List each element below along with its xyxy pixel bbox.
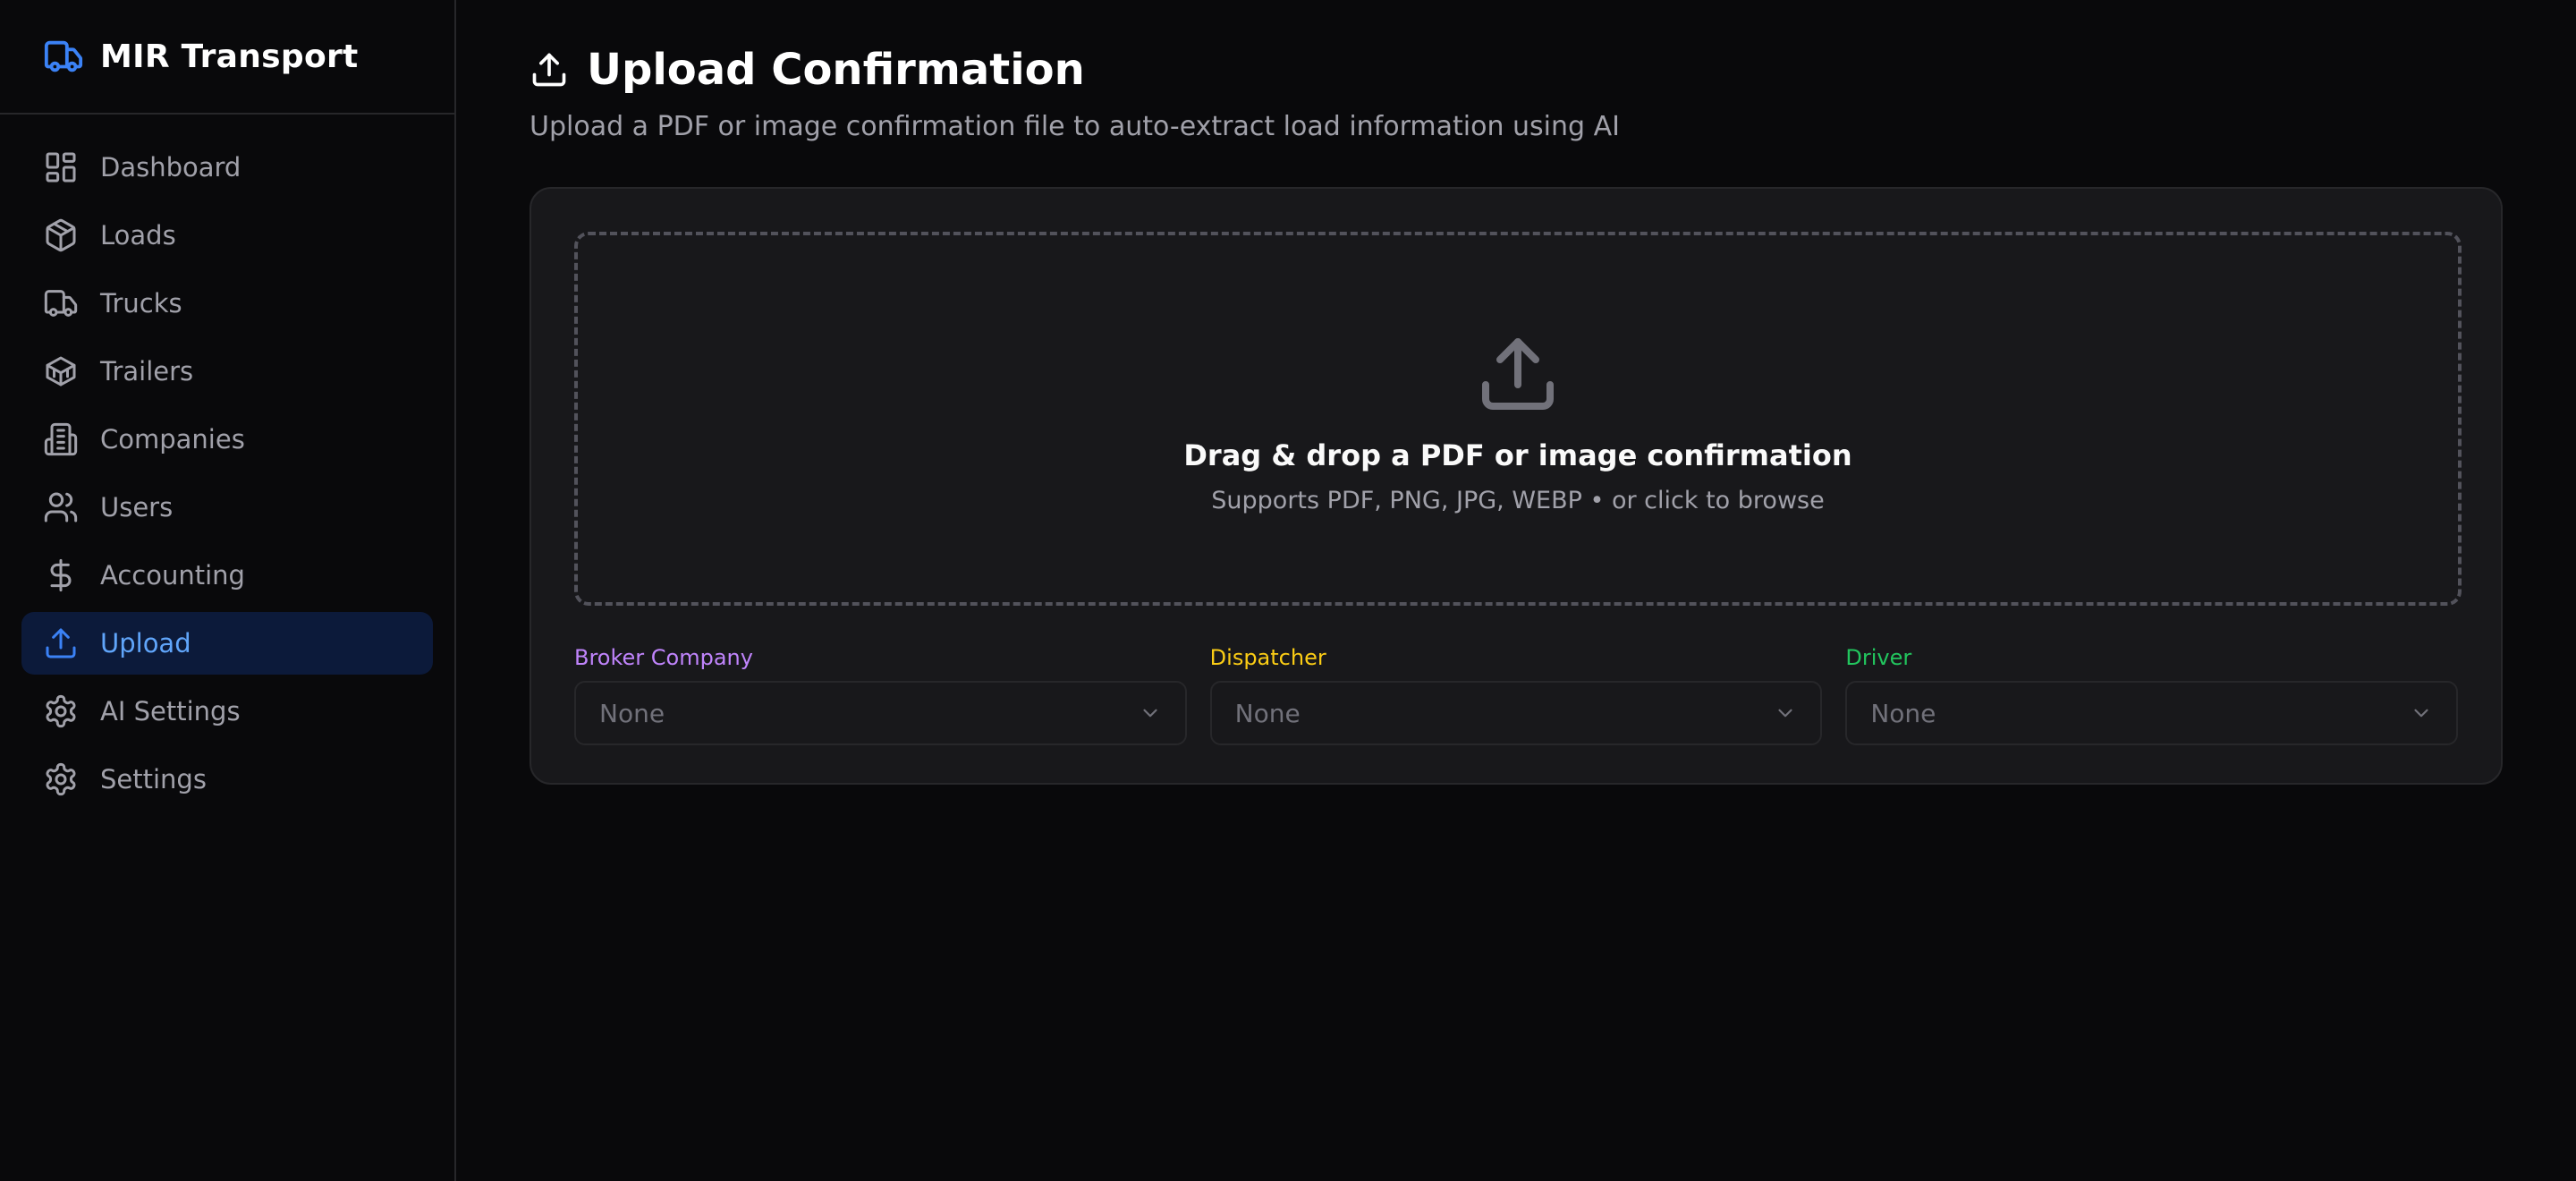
sidebar-item-label: Loads (100, 220, 176, 251)
select-value: None (599, 698, 665, 728)
sidebar-item-trucks[interactable]: Trucks (21, 272, 433, 335)
brand-name: MIR Transport (100, 38, 359, 75)
page-header: Upload Confirmation (530, 45, 2504, 95)
boxes-icon (43, 353, 79, 389)
dispatcher-field: Dispatcher None (1209, 645, 1823, 745)
sidebar-item-settings[interactable]: Settings (21, 748, 433, 811)
sidebar-item-label: Trucks (100, 288, 182, 319)
truck-icon (43, 285, 79, 321)
sidebar-item-label: Companies (100, 424, 245, 455)
upload-card: Drag & drop a PDF or image confirmation … (530, 187, 2503, 785)
upload-icon (1475, 331, 1561, 417)
sidebar-item-loads[interactable]: Loads (21, 204, 433, 267)
package-icon (43, 217, 79, 253)
upload-icon (530, 50, 569, 89)
sidebar-item-label: Dashboard (100, 152, 242, 183)
broker-company-select[interactable]: None (574, 681, 1187, 745)
driver-label: Driver (1845, 645, 1912, 670)
sidebar: MIR Transport Dashboard Loads Trucks Tra… (0, 0, 456, 1181)
dashboard-icon (43, 149, 79, 185)
dollar-icon (43, 557, 79, 593)
select-value: None (1870, 698, 1936, 728)
sidebar-item-ai-settings[interactable]: AI Settings (21, 680, 433, 743)
broker-company-label: Broker Company (574, 645, 753, 670)
page-title: Upload Confirmation (587, 45, 1085, 95)
dispatcher-select[interactable]: None (1209, 681, 1823, 745)
file-dropzone[interactable]: Drag & drop a PDF or image confirmation … (574, 232, 2462, 606)
users-icon (43, 489, 79, 525)
app-root: MIR Transport Dashboard Loads Trucks Tra… (0, 0, 2576, 1181)
brand[interactable]: MIR Transport (0, 0, 454, 115)
sidebar-item-label: AI Settings (100, 696, 241, 726)
page-subtitle: Upload a PDF or image confirmation file … (530, 111, 1620, 142)
sidebar-item-label: Users (100, 492, 174, 523)
broker-company-field: Broker Company None (574, 645, 1187, 745)
truck-icon (43, 36, 84, 77)
gear-icon (43, 761, 79, 797)
select-value: None (1234, 698, 1301, 728)
dispatcher-label: Dispatcher (1209, 645, 1326, 670)
chevron-down-icon (1774, 701, 1797, 725)
sidebar-item-label: Accounting (100, 560, 245, 590)
dropzone-subtitle: Supports PDF, PNG, JPG, WEBP • or click … (1211, 486, 1825, 514)
driver-select[interactable]: None (1845, 681, 2459, 745)
driver-field: Driver None (1845, 645, 2459, 745)
sidebar-item-upload[interactable]: Upload (21, 612, 433, 675)
sidebar-item-label: Settings (100, 764, 207, 794)
sidebar-nav: Dashboard Loads Trucks Trailers Companie… (0, 115, 454, 837)
chevron-down-icon (1139, 701, 1162, 725)
sidebar-item-dashboard[interactable]: Dashboard (21, 136, 433, 199)
chevron-down-icon (2410, 701, 2433, 725)
main-content: Upload Confirmation Upload a PDF or imag… (456, 0, 2576, 1181)
sidebar-item-users[interactable]: Users (21, 476, 433, 539)
gear-icon (43, 693, 79, 729)
sidebar-item-label: Trailers (100, 356, 194, 387)
building-icon (43, 421, 79, 457)
sidebar-item-label: Upload (100, 628, 191, 658)
sidebar-item-companies[interactable]: Companies (21, 408, 433, 471)
assignment-selects: Broker Company None Dispatcher None Driv… (574, 645, 2459, 745)
sidebar-item-accounting[interactable]: Accounting (21, 544, 433, 607)
dropzone-title: Drag & drop a PDF or image confirmation (1183, 438, 1852, 472)
upload-icon (43, 625, 79, 661)
sidebar-item-trailers[interactable]: Trailers (21, 340, 433, 403)
